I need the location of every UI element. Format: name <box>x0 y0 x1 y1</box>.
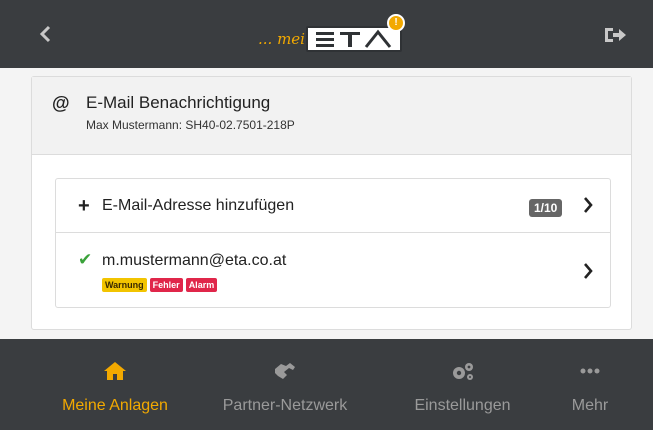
tag-error: Fehler <box>149 278 183 292</box>
nav-item-partner-netzwerk[interactable]: Partner-Netzwerk <box>205 339 365 430</box>
nav-item-einstellungen[interactable]: Einstellungen <box>385 339 540 430</box>
add-email-row[interactable]: + E-Mail-Adresse hinzufügen 1/10 <box>56 179 610 233</box>
tag-warning: Warnung <box>102 278 147 292</box>
check-icon: ✔ <box>78 250 93 269</box>
nav-label-meine-anlagen: Meine Anlagen <box>62 397 168 414</box>
device-subtitle: Max Mustermann: SH40-02.7501-218P <box>86 118 295 132</box>
more-icon <box>580 368 600 374</box>
plus-icon: + <box>78 195 90 217</box>
back-button[interactable] <box>34 22 58 46</box>
add-email-label: E-Mail-Adresse hinzufügen <box>102 197 295 214</box>
nav-label-partner-netzwerk: Partner-Netzwerk <box>222 397 348 414</box>
handshake-icon <box>275 363 295 379</box>
logout-icon <box>605 28 626 42</box>
email-list: + E-Mail-Adresse hinzufügen 1/10 ✔ m.mus… <box>55 178 611 308</box>
at-sign-icon: @ <box>52 93 70 113</box>
chevron-left-icon <box>39 25 51 43</box>
logo-dot-icon: ! <box>387 14 405 32</box>
email-notification-card: @ E-Mail Benachrichtigung Max Mustermann… <box>31 76 632 330</box>
email-address: m.mustermann@eta.co.at <box>102 252 287 269</box>
logo-wordmark <box>306 26 402 52</box>
eta-wordmark <box>316 29 392 48</box>
notification-tags: Warnung Fehler Alarm <box>102 278 218 292</box>
home-icon <box>104 362 126 380</box>
bottom-navigation: Meine Anlagen Partner-Netzwerk Einstellu… <box>0 339 653 430</box>
tag-alarm: Alarm <box>185 278 218 292</box>
meinETA-logo: ... mein ! <box>258 12 408 56</box>
nav-label-mehr: Mehr <box>571 397 609 414</box>
chevron-right-icon <box>582 195 594 220</box>
page-title: E-Mail Benachrichtigung <box>86 93 271 112</box>
card-header: @ E-Mail Benachrichtigung Max Mustermann… <box>32 77 631 155</box>
cogs-icon <box>452 363 473 380</box>
logout-button[interactable] <box>602 24 628 46</box>
top-bar: ... mein ! <box>0 0 653 68</box>
chevron-right-icon <box>582 261 594 286</box>
email-row[interactable]: ✔ m.mustermann@eta.co.at Warnung Fehler … <box>56 234 610 308</box>
nav-item-meine-anlagen[interactable]: Meine Anlagen <box>40 339 190 430</box>
nav-label-einstellungen: Einstellungen <box>414 397 511 414</box>
nav-item-mehr[interactable]: Mehr <box>550 339 630 430</box>
email-count-badge: 1/10 <box>529 199 563 217</box>
